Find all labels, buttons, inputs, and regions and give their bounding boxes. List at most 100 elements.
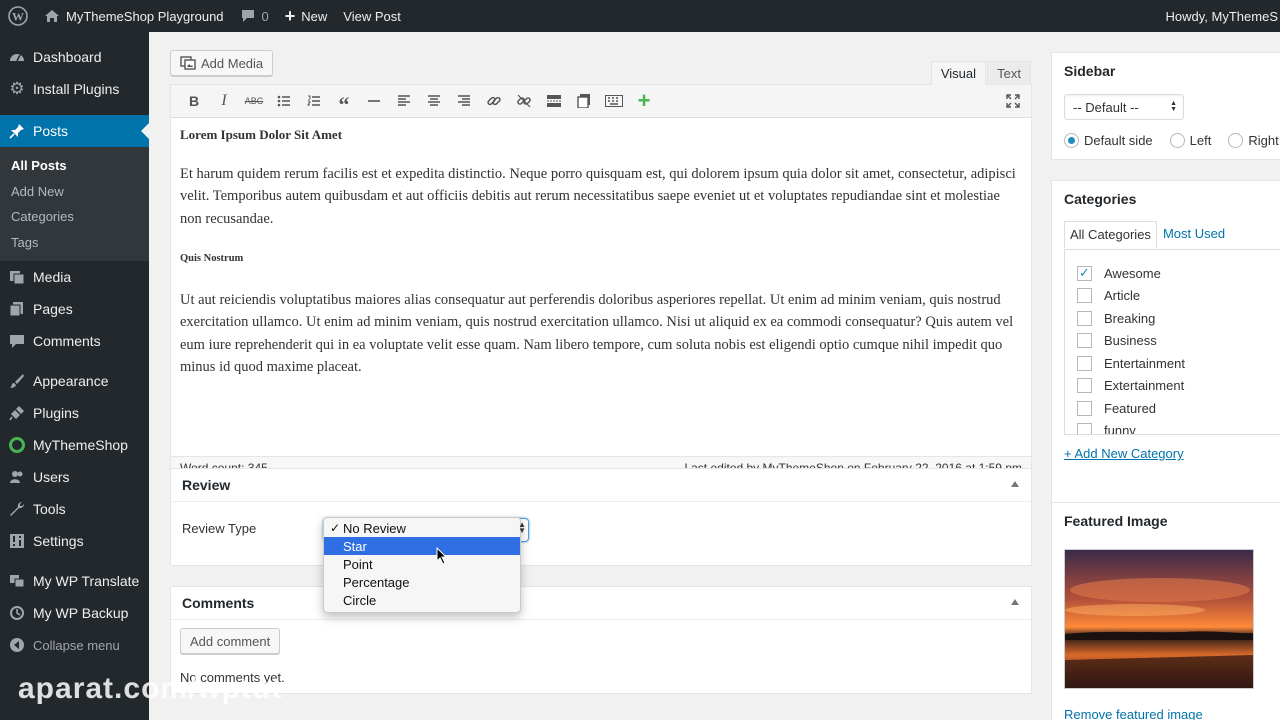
add-media-icon: [180, 56, 196, 70]
radio-right[interactable]: [1228, 133, 1244, 148]
menu-install-plugins-label: Install Plugins: [33, 81, 120, 97]
menu-settings[interactable]: Settings: [0, 525, 149, 557]
checkbox[interactable]: [1077, 333, 1092, 349]
radio-left[interactable]: [1169, 133, 1185, 148]
menu-my-wp-backup-label: My WP Backup: [33, 605, 129, 621]
editor-content[interactable]: Lorem Ipsum Dolor Sit Amet Et harum quid…: [171, 118, 1031, 426]
menu-dashboard[interactable]: Dashboard: [0, 41, 149, 73]
category-item[interactable]: Business: [1077, 330, 1280, 353]
menu-mythemeshop[interactable]: MyThemeShop: [0, 429, 149, 461]
review-option-star[interactable]: Star: [324, 537, 520, 555]
menu-media-label: Media: [33, 269, 72, 285]
tab-text[interactable]: Text: [987, 61, 1031, 85]
plus-icon: +: [284, 5, 296, 26]
review-metabox-header[interactable]: Review: [171, 469, 1031, 502]
mts-icon: [9, 437, 25, 453]
page-break-icon[interactable]: [569, 88, 599, 114]
menu-comments[interactable]: Comments: [0, 325, 149, 357]
add-comment-button[interactable]: Add comment: [180, 628, 281, 654]
menu-plugins[interactable]: Plugins: [0, 397, 149, 429]
numbered-list-icon[interactable]: [299, 88, 329, 114]
add-shortcode-icon[interactable]: +: [629, 88, 659, 114]
review-option-percentage[interactable]: Percentage: [324, 573, 520, 591]
checkbox[interactable]: [1077, 310, 1092, 326]
view-post-link[interactable]: View Post: [335, 0, 409, 32]
menu-comments-label: Comments: [33, 333, 101, 349]
menu-users[interactable]: Users: [0, 461, 149, 493]
category-item[interactable]: Extertainment: [1077, 375, 1280, 398]
review-option-no-review[interactable]: ✓ No Review: [324, 519, 520, 537]
wordpress-logo-icon[interactable]: W: [0, 0, 36, 32]
category-item[interactable]: ✓ Awesome: [1077, 262, 1280, 285]
submenu-all-posts[interactable]: All Posts: [0, 153, 149, 179]
menu-pages[interactable]: Pages: [0, 293, 149, 325]
category-item[interactable]: Featured: [1077, 397, 1280, 420]
radio-default-side-label: Default side: [1084, 133, 1153, 148]
add-new-category-link[interactable]: + Add New Category: [1064, 446, 1184, 461]
radio-default-side[interactable]: [1064, 133, 1079, 148]
menu-appearance[interactable]: Appearance: [0, 365, 149, 397]
align-right-icon[interactable]: [449, 88, 479, 114]
remove-featured-image-link[interactable]: Remove featured image: [1064, 707, 1203, 720]
keyboard-icon[interactable]: [599, 88, 629, 114]
menu-settings-label: Settings: [33, 533, 84, 549]
horizontal-line-icon[interactable]: [359, 88, 389, 114]
checkmark-icon: ✓: [330, 521, 341, 535]
new-label: New: [301, 8, 328, 24]
review-option-circle[interactable]: Circle: [324, 591, 520, 609]
brush-icon: [9, 373, 25, 389]
bullet-list-icon[interactable]: [269, 88, 299, 114]
comments-link[interactable]: 0: [232, 0, 277, 32]
menu-install-plugins[interactable]: ⚙ Install Plugins: [0, 73, 149, 105]
strikethrough-icon[interactable]: ABC: [239, 88, 269, 114]
tab-most-used[interactable]: Most Used: [1157, 221, 1231, 248]
menu-posts[interactable]: Posts: [0, 115, 149, 147]
category-item[interactable]: Breaking: [1077, 307, 1280, 330]
tab-all-categories[interactable]: All Categories: [1064, 221, 1157, 248]
blockquote-icon[interactable]: “: [329, 88, 359, 117]
collapse-arrow-icon[interactable]: [1011, 481, 1019, 487]
align-center-icon[interactable]: [419, 88, 449, 114]
sidebar-metabox-title: Sidebar: [1064, 63, 1116, 79]
category-item[interactable]: funny: [1077, 420, 1280, 434]
read-more-icon[interactable]: [539, 88, 569, 114]
review-type-label: Review Type: [182, 521, 257, 536]
review-option-point[interactable]: Point: [324, 555, 520, 573]
checkbox-checked[interactable]: ✓: [1077, 265, 1092, 281]
menu-tools[interactable]: Tools: [0, 493, 149, 525]
menu-media[interactable]: Media: [0, 261, 149, 293]
new-content-link[interactable]: + New: [277, 0, 336, 32]
categories-tabs: All Categories Most Used: [1064, 221, 1231, 248]
category-label: Awesome: [1104, 265, 1161, 281]
italic-icon[interactable]: I: [209, 88, 239, 114]
bold-icon[interactable]: B: [179, 88, 209, 114]
featured-image-thumbnail[interactable]: [1064, 549, 1254, 689]
fullscreen-icon[interactable]: [998, 88, 1028, 114]
menu-my-wp-backup[interactable]: My WP Backup: [0, 597, 149, 629]
menu-my-wp-translate[interactable]: My WP Translate: [0, 565, 149, 597]
submenu-tags[interactable]: Tags: [0, 230, 149, 256]
checkbox[interactable]: [1077, 400, 1092, 416]
review-metabox: Review Review Type ✓ No Review Star Point…: [170, 468, 1032, 613]
checkbox[interactable]: [1077, 423, 1092, 434]
checkbox[interactable]: [1077, 378, 1092, 394]
tab-visual[interactable]: Visual: [930, 61, 986, 85]
checkbox[interactable]: [1077, 355, 1092, 371]
site-name-link[interactable]: MyThemeShop Playground: [36, 0, 232, 32]
menu-collapse[interactable]: Collapse menu: [0, 629, 149, 661]
category-item[interactable]: Entertainment: [1077, 352, 1280, 375]
comments-metabox: Comments Add comment No comments yet.: [170, 586, 1032, 694]
collapse-arrow-icon[interactable]: [1011, 599, 1019, 605]
sidebar-select[interactable]: -- Default -- ▲ ▼: [1064, 94, 1184, 120]
howdy-user-menu[interactable]: Howdy, MyThemeS: [1166, 9, 1280, 24]
submenu-add-new[interactable]: Add New: [0, 179, 149, 205]
align-left-icon[interactable]: [389, 88, 419, 114]
submenu-categories[interactable]: Categories: [0, 204, 149, 230]
insert-link-icon[interactable]: [479, 88, 509, 114]
checkbox[interactable]: [1077, 288, 1092, 304]
comments-metabox-header[interactable]: Comments: [171, 587, 1031, 620]
add-media-button[interactable]: Add Media: [170, 50, 274, 76]
category-item[interactable]: Article: [1077, 285, 1280, 308]
remove-link-icon[interactable]: [509, 88, 539, 114]
pages-icon: [9, 301, 25, 317]
